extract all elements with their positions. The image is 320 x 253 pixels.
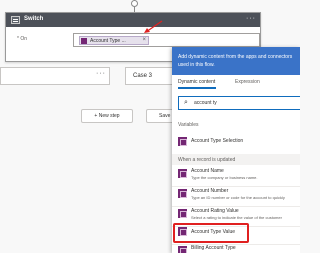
dataverse-icon [81,38,87,44]
item-title: Account Number [191,188,229,194]
item-description: Type an ID number or code for the accoun… [191,195,285,200]
item-title: Account Type Selection [191,138,244,144]
red-highlight-annotation [173,223,249,243]
token-label: Account Type ... [90,38,126,44]
section-label-record-updated: When a record is updated [178,157,236,163]
list-item[interactable]: Account Name Type the company or busines… [172,167,300,187]
section-header-bar: When a record is updated [172,154,300,165]
on-field-label: * On [17,36,28,42]
tab-dynamic-content[interactable]: Dynamic content [178,79,215,85]
dataverse-icon [178,246,187,253]
search-box[interactable]: ⌕ [178,96,300,110]
account-type-token[interactable]: Account Type ... × [79,36,149,45]
case-label: Case 3 [133,73,153,79]
case-card-default[interactable]: ··· [0,67,110,85]
switch-more-options-button[interactable]: ··· [246,15,256,22]
dataverse-icon [178,189,187,198]
dataverse-icon [178,169,187,178]
case-card-case-3[interactable]: Case 3 [125,67,175,85]
tab-expression[interactable]: Expression [235,79,260,85]
new-step-button[interactable]: + New step [81,109,133,123]
search-input[interactable] [194,99,294,107]
list-item[interactable]: Billing Account Type [172,244,300,253]
switch-title: Switch [24,16,44,22]
flow-designer: Switch ··· * On Account Type ... × ··· C… [0,0,300,253]
section-label-variables: Variables [178,122,199,128]
switch-icon [11,16,20,24]
panel-tabs: Dynamic content Expression [172,75,300,90]
list-item[interactable]: Account Number Type an ID number or code… [172,187,300,207]
remove-token-button[interactable]: × [142,37,146,43]
red-arrow-annotation [144,20,163,33]
variable-icon [178,137,187,146]
on-input-field[interactable]: Account Type ... × [73,33,260,47]
list-item[interactable]: Account Type Selection [172,135,300,155]
switch-header[interactable]: Switch ··· [6,13,260,27]
item-title: Billing Account Type [191,245,236,251]
item-description: Type the company or business name. [191,175,258,180]
case-more-options-button[interactable]: ··· [96,70,106,77]
flow-connector-icon [131,0,138,7]
search-icon: ⌕ [184,99,188,106]
panel-header: Add dynamic content from the apps and co… [172,47,300,75]
item-title: Account Rating Value [191,208,239,214]
item-title: Account Name [191,168,224,174]
dataverse-icon [178,209,187,218]
item-description: Select a rating to indicate the value of… [191,215,282,220]
active-tab-indicator [178,87,216,89]
